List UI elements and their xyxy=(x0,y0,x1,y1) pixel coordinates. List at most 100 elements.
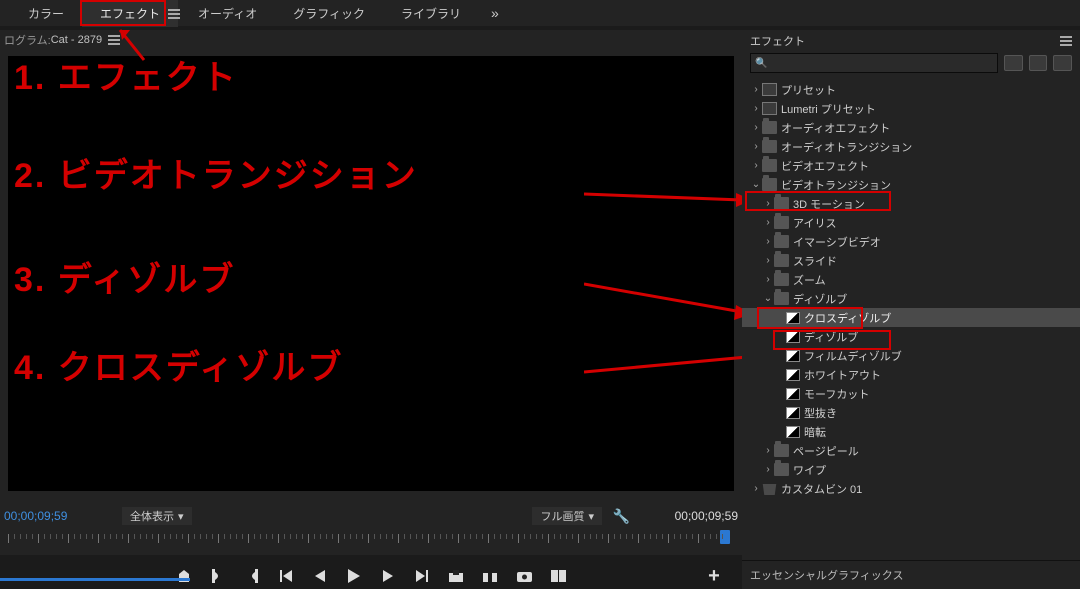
folder-icon xyxy=(774,463,789,476)
time-ruler[interactable] xyxy=(0,528,742,552)
folder-icon xyxy=(774,254,789,267)
tab-graphics[interactable]: グラフィック xyxy=(275,0,383,27)
folder-icon xyxy=(762,159,777,172)
transition-icon xyxy=(786,407,800,419)
tab-color[interactable]: カラー xyxy=(10,0,82,27)
go-to-out-button[interactable] xyxy=(414,568,430,584)
out-point-button[interactable] xyxy=(244,568,260,584)
annotation-arrow-4 xyxy=(584,352,768,382)
tree-item-zoom[interactable]: › ズーム xyxy=(742,270,1080,289)
tab-effects[interactable]: エフェクト xyxy=(82,0,178,27)
preset-bin-icon xyxy=(762,83,777,96)
comparison-view-button[interactable] xyxy=(550,568,566,584)
tree-item-dip-dissolve[interactable]: ディゾルブ xyxy=(742,327,1080,346)
bottom-timeline-selection-accent xyxy=(0,578,190,581)
in-point-button[interactable] xyxy=(210,568,226,584)
folder-icon xyxy=(774,444,789,457)
folder-icon xyxy=(774,273,789,286)
transition-icon xyxy=(786,388,800,400)
tree-item-whiteout[interactable]: ホワイトアウト xyxy=(742,365,1080,384)
tree-label: モーフカット xyxy=(804,386,869,402)
tree-item-page-peel[interactable]: › ページピール xyxy=(742,441,1080,460)
tree-item-3d-motion[interactable]: › 3D モーション xyxy=(742,194,1080,213)
tree-item-lumetri-presets[interactable]: › Lumetri プリセット xyxy=(742,99,1080,118)
transition-icon xyxy=(786,426,800,438)
effects-tree[interactable]: › プリセット › Lumetri プリセット › オーディオエフェクト › オ… xyxy=(742,76,1080,498)
effects-panel-menu-icon[interactable] xyxy=(1060,36,1072,46)
step-forward-button[interactable] xyxy=(380,568,396,584)
tree-item-cross-dissolve[interactable]: クロスディゾルブ xyxy=(742,308,1080,327)
annotation-text-4: 4. クロスディゾルブ xyxy=(14,340,343,389)
effects-panel: エフェクト 🔍 › プリセット › Lumetri プリセット › オーディオエ… xyxy=(742,30,1080,589)
export-frame-button[interactable] xyxy=(516,568,532,584)
tree-label: オーディオトランジション xyxy=(781,139,912,155)
tree-item-dip-to-black[interactable]: 暗転 xyxy=(742,422,1080,441)
extract-button[interactable] xyxy=(482,568,498,584)
button-editor-plus-icon[interactable]: + xyxy=(706,568,722,584)
folder-icon xyxy=(774,216,789,229)
twisty-icon: › xyxy=(750,84,762,95)
essential-graphics-panel-header[interactable]: エッセンシャルグラフィックス xyxy=(742,560,1080,586)
tree-item-presets[interactable]: › プリセット xyxy=(742,80,1080,99)
chevron-down-icon: ▾ xyxy=(588,510,594,523)
chevron-down-icon: ▾ xyxy=(178,510,184,523)
tree-label: オーディオエフェクト xyxy=(781,120,890,136)
yuv-filter-icon[interactable] xyxy=(1053,55,1072,71)
tree-item-morph-cut[interactable]: モーフカット xyxy=(742,384,1080,403)
accelerated-filter-icon[interactable] xyxy=(1004,55,1023,71)
program-controls-row: 00;00;09;59 全体表示 ▾ フル画質 ▾ 🔧 00;00;09;59 xyxy=(0,506,742,526)
preset-bin-icon xyxy=(762,102,777,115)
tree-item-immersive-video[interactable]: › イマーシブビデオ xyxy=(742,232,1080,251)
32bit-filter-icon[interactable] xyxy=(1029,55,1048,71)
folder-icon xyxy=(774,292,789,305)
transition-icon xyxy=(786,350,800,362)
annotation-text-2: 2. ビデオトランジション xyxy=(14,148,418,197)
tree-label: Lumetri プリセット xyxy=(781,101,876,117)
tab-effects-menu-icon[interactable] xyxy=(168,9,180,19)
transition-icon xyxy=(786,369,800,381)
play-button[interactable] xyxy=(346,568,362,584)
effects-search-input[interactable] xyxy=(771,56,993,70)
resolution-dropdown[interactable]: フル画質 ▾ xyxy=(532,507,602,525)
tree-item-slide[interactable]: › スライド xyxy=(742,251,1080,270)
tree-label: アイリス xyxy=(793,215,836,231)
zoom-fit-dropdown[interactable]: 全体表示 ▾ xyxy=(122,507,192,525)
tree-item-video-transitions[interactable]: ⌄ ビデオトランジション xyxy=(742,175,1080,194)
folder-icon xyxy=(762,178,777,191)
tree-item-audio-effects[interactable]: › オーディオエフェクト xyxy=(742,118,1080,137)
tree-label: ディゾルブ xyxy=(793,291,847,307)
settings-wrench-icon[interactable]: 🔧 xyxy=(613,508,630,525)
go-to-in-button[interactable] xyxy=(278,568,294,584)
twisty-icon: › xyxy=(762,255,774,266)
tree-label: イマーシブビデオ xyxy=(793,234,881,250)
folder-icon xyxy=(774,235,789,248)
workspace-overflow-icon[interactable]: » xyxy=(479,0,511,26)
twisty-icon: › xyxy=(762,217,774,228)
tree-item-iris[interactable]: › アイリス xyxy=(742,213,1080,232)
tab-audio[interactable]: オーディオ xyxy=(180,0,275,27)
current-timecode[interactable]: 00;00;09;59 xyxy=(4,509,67,523)
tab-library[interactable]: ライブラリ xyxy=(383,0,479,27)
essential-graphics-title: エッセンシャルグラフィックス xyxy=(750,570,903,582)
tree-item-custom-bin-01[interactable]: › カスタムビン 01 xyxy=(742,479,1080,498)
annotation-text-3: 3. ディゾルブ xyxy=(14,252,235,301)
tree-item-video-effects[interactable]: › ビデオエフェクト xyxy=(742,156,1080,175)
tree-item-audio-transitions[interactable]: › オーディオトランジション xyxy=(742,137,1080,156)
twisty-icon: › xyxy=(750,141,762,152)
tree-item-dissolve[interactable]: ⌄ ディゾルブ xyxy=(742,289,1080,308)
tree-item-wipe[interactable]: › ワイプ xyxy=(742,460,1080,479)
mark-in-button[interactable] xyxy=(176,568,192,584)
twisty-icon: › xyxy=(762,198,774,209)
zoom-fit-label: 全体表示 xyxy=(130,508,174,524)
twisty-icon: ⌄ xyxy=(750,179,762,190)
step-back-button[interactable] xyxy=(312,568,328,584)
annotation-arrow-3 xyxy=(584,274,752,320)
tree-item-additive-dissolve[interactable]: 型抜き xyxy=(742,403,1080,422)
effects-search-field[interactable]: 🔍 xyxy=(750,53,998,73)
tree-label: ワイプ xyxy=(793,462,826,478)
tree-item-film-dissolve[interactable]: フィルムディゾルブ xyxy=(742,346,1080,365)
tree-label: 暗転 xyxy=(804,424,826,440)
transport-controls: + xyxy=(0,564,742,588)
tree-label: ホワイトアウト xyxy=(804,367,881,383)
lift-button[interactable] xyxy=(448,568,464,584)
